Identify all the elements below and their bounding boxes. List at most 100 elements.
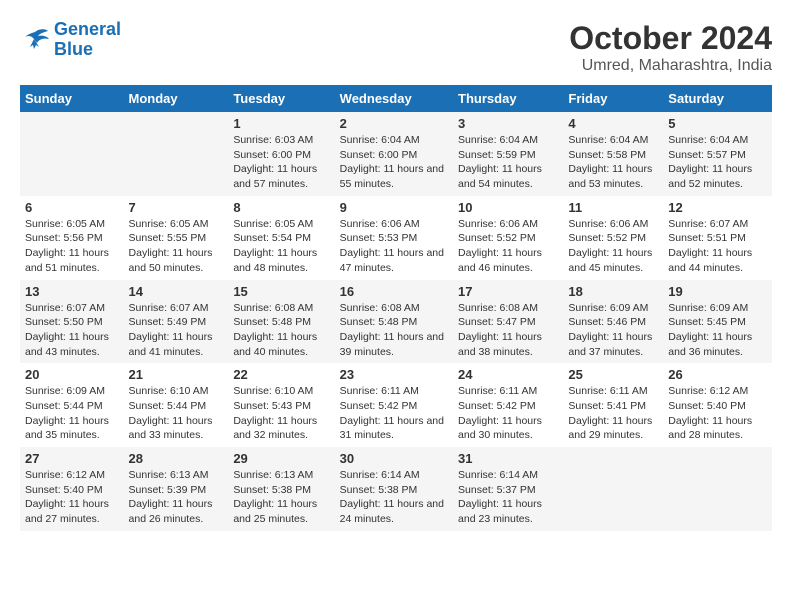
day-info: Sunrise: 6:13 AMSunset: 5:39 PMDaylight:… <box>129 468 224 527</box>
calendar-cell <box>663 447 772 531</box>
calendar-week-row: 27 Sunrise: 6:12 AMSunset: 5:40 PMDayligh… <box>20 447 772 531</box>
calendar-cell: 31Sunrise: 6:14 AMSunset: 5:37 PMDayligh… <box>453 447 563 531</box>
day-number: 6 <box>25 200 119 215</box>
day-number: 28 <box>129 451 224 466</box>
calendar-week-row: 13 Sunrise: 6:07 AMSunset: 5:50 PMDayligh… <box>20 280 772 364</box>
logo: General Blue <box>20 20 121 60</box>
calendar-subtitle: Umred, Maharashtra, India <box>569 57 772 75</box>
calendar-cell: 11 Sunrise: 6:06 AMSunset: 5:52 PMDayligh… <box>563 196 663 280</box>
day-info: Sunrise: 6:03 AMSunset: 6:00 PMDaylight:… <box>233 133 329 192</box>
calendar-cell: 27 Sunrise: 6:12 AMSunset: 5:40 PMDayligh… <box>20 447 124 531</box>
col-header-tuesday: Tuesday <box>228 85 334 112</box>
day-info: Sunrise: 6:04 AMSunset: 5:57 PMDaylight:… <box>668 133 767 192</box>
calendar-week-row: 1 Sunrise: 6:03 AMSunset: 6:00 PMDaylight… <box>20 112 772 196</box>
calendar-cell: 10 Sunrise: 6:06 AMSunset: 5:52 PMDayligh… <box>453 196 563 280</box>
day-number: 4 <box>568 116 658 131</box>
day-number: 10 <box>458 200 558 215</box>
calendar-cell: 7Sunrise: 6:05 AMSunset: 5:55 PMDaylight… <box>124 196 229 280</box>
day-info: Sunrise: 6:04 AMSunset: 6:00 PMDaylight:… <box>340 133 448 192</box>
day-number: 3 <box>458 116 558 131</box>
day-info: Sunrise: 6:06 AMSunset: 5:53 PMDaylight:… <box>340 217 448 276</box>
day-number: 30 <box>340 451 448 466</box>
logo-bird-icon <box>20 27 50 52</box>
calendar-cell: 5 Sunrise: 6:04 AMSunset: 5:57 PMDaylight… <box>663 112 772 196</box>
day-info: Sunrise: 6:06 AMSunset: 5:52 PMDaylight:… <box>568 217 658 276</box>
day-info: Sunrise: 6:10 AMSunset: 5:44 PMDaylight:… <box>129 384 224 443</box>
day-number: 11 <box>568 200 658 215</box>
day-info: Sunrise: 6:07 AMSunset: 5:49 PMDaylight:… <box>129 301 224 360</box>
logo-text: General Blue <box>54 20 121 60</box>
day-number: 29 <box>233 451 329 466</box>
day-number: 20 <box>25 367 119 382</box>
title-block: October 2024 Umred, Maharashtra, India <box>569 20 772 75</box>
calendar-title: October 2024 <box>569 20 772 57</box>
day-info: Sunrise: 6:10 AMSunset: 5:43 PMDaylight:… <box>233 384 329 443</box>
day-info: Sunrise: 6:12 AMSunset: 5:40 PMDaylight:… <box>25 468 119 527</box>
calendar-cell: 4Sunrise: 6:04 AMSunset: 5:58 PMDaylight… <box>563 112 663 196</box>
day-number: 24 <box>458 367 558 382</box>
day-number: 14 <box>129 284 224 299</box>
calendar-cell <box>20 112 124 196</box>
day-info: Sunrise: 6:12 AMSunset: 5:40 PMDaylight:… <box>668 384 767 443</box>
calendar-cell: 28 Sunrise: 6:13 AMSunset: 5:39 PMDayligh… <box>124 447 229 531</box>
calendar-cell: 8Sunrise: 6:05 AMSunset: 5:54 PMDaylight… <box>228 196 334 280</box>
day-number: 13 <box>25 284 119 299</box>
day-info: Sunrise: 6:05 AMSunset: 5:56 PMDaylight:… <box>25 217 119 276</box>
calendar-cell: 20 Sunrise: 6:09 AMSunset: 5:44 PMDayligh… <box>20 363 124 447</box>
day-info: Sunrise: 6:11 AMSunset: 5:42 PMDaylight:… <box>340 384 448 443</box>
col-header-sunday: Sunday <box>20 85 124 112</box>
day-number: 26 <box>668 367 767 382</box>
day-info: Sunrise: 6:05 AMSunset: 5:55 PMDaylight:… <box>129 217 224 276</box>
day-number: 23 <box>340 367 448 382</box>
day-number: 19 <box>668 284 767 299</box>
calendar-cell: 30Sunrise: 6:14 AMSunset: 5:38 PMDayligh… <box>335 447 453 531</box>
day-number: 1 <box>233 116 329 131</box>
day-number: 16 <box>340 284 448 299</box>
day-info: Sunrise: 6:04 AMSunset: 5:59 PMDaylight:… <box>458 133 558 192</box>
day-number: 25 <box>568 367 658 382</box>
day-info: Sunrise: 6:11 AMSunset: 5:41 PMDaylight:… <box>568 384 658 443</box>
calendar-cell: 26 Sunrise: 6:12 AMSunset: 5:40 PMDayligh… <box>663 363 772 447</box>
calendar-cell: 12 Sunrise: 6:07 AMSunset: 5:51 PMDayligh… <box>663 196 772 280</box>
day-number: 9 <box>340 200 448 215</box>
day-number: 17 <box>458 284 558 299</box>
calendar-cell <box>563 447 663 531</box>
day-number: 18 <box>568 284 658 299</box>
calendar-header-row: SundayMondayTuesdayWednesdayThursdayFrid… <box>20 85 772 112</box>
calendar-cell: 3 Sunrise: 6:04 AMSunset: 5:59 PMDaylight… <box>453 112 563 196</box>
calendar-week-row: 6 Sunrise: 6:05 AMSunset: 5:56 PMDaylight… <box>20 196 772 280</box>
col-header-wednesday: Wednesday <box>335 85 453 112</box>
day-info: Sunrise: 6:08 AMSunset: 5:48 PMDaylight:… <box>233 301 329 360</box>
calendar-cell: 24 Sunrise: 6:11 AMSunset: 5:42 PMDayligh… <box>453 363 563 447</box>
day-info: Sunrise: 6:11 AMSunset: 5:42 PMDaylight:… <box>458 384 558 443</box>
day-info: Sunrise: 6:08 AMSunset: 5:47 PMDaylight:… <box>458 301 558 360</box>
calendar-cell: 18 Sunrise: 6:09 AMSunset: 5:46 PMDayligh… <box>563 280 663 364</box>
day-number: 12 <box>668 200 767 215</box>
day-info: Sunrise: 6:13 AMSunset: 5:38 PMDaylight:… <box>233 468 329 527</box>
day-number: 8 <box>233 200 329 215</box>
col-header-monday: Monday <box>124 85 229 112</box>
day-info: Sunrise: 6:06 AMSunset: 5:52 PMDaylight:… <box>458 217 558 276</box>
calendar-cell: 22Sunrise: 6:10 AMSunset: 5:43 PMDayligh… <box>228 363 334 447</box>
calendar-week-row: 20 Sunrise: 6:09 AMSunset: 5:44 PMDayligh… <box>20 363 772 447</box>
day-number: 27 <box>25 451 119 466</box>
col-header-friday: Friday <box>563 85 663 112</box>
day-info: Sunrise: 6:09 AMSunset: 5:46 PMDaylight:… <box>568 301 658 360</box>
col-header-saturday: Saturday <box>663 85 772 112</box>
calendar-cell: 21Sunrise: 6:10 AMSunset: 5:44 PMDayligh… <box>124 363 229 447</box>
day-info: Sunrise: 6:14 AMSunset: 5:37 PMDaylight:… <box>458 468 558 527</box>
day-info: Sunrise: 6:07 AMSunset: 5:50 PMDaylight:… <box>25 301 119 360</box>
calendar-cell <box>124 112 229 196</box>
day-info: Sunrise: 6:07 AMSunset: 5:51 PMDaylight:… <box>668 217 767 276</box>
col-header-thursday: Thursday <box>453 85 563 112</box>
day-number: 15 <box>233 284 329 299</box>
day-number: 2 <box>340 116 448 131</box>
calendar-cell: 14 Sunrise: 6:07 AMSunset: 5:49 PMDayligh… <box>124 280 229 364</box>
calendar-cell: 13 Sunrise: 6:07 AMSunset: 5:50 PMDayligh… <box>20 280 124 364</box>
day-number: 5 <box>668 116 767 131</box>
calendar-cell: 25 Sunrise: 6:11 AMSunset: 5:41 PMDayligh… <box>563 363 663 447</box>
calendar-cell: 29 Sunrise: 6:13 AMSunset: 5:38 PMDayligh… <box>228 447 334 531</box>
calendar-cell: 17 Sunrise: 6:08 AMSunset: 5:47 PMDayligh… <box>453 280 563 364</box>
day-info: Sunrise: 6:09 AMSunset: 5:44 PMDaylight:… <box>25 384 119 443</box>
calendar-cell: 16Sunrise: 6:08 AMSunset: 5:48 PMDayligh… <box>335 280 453 364</box>
